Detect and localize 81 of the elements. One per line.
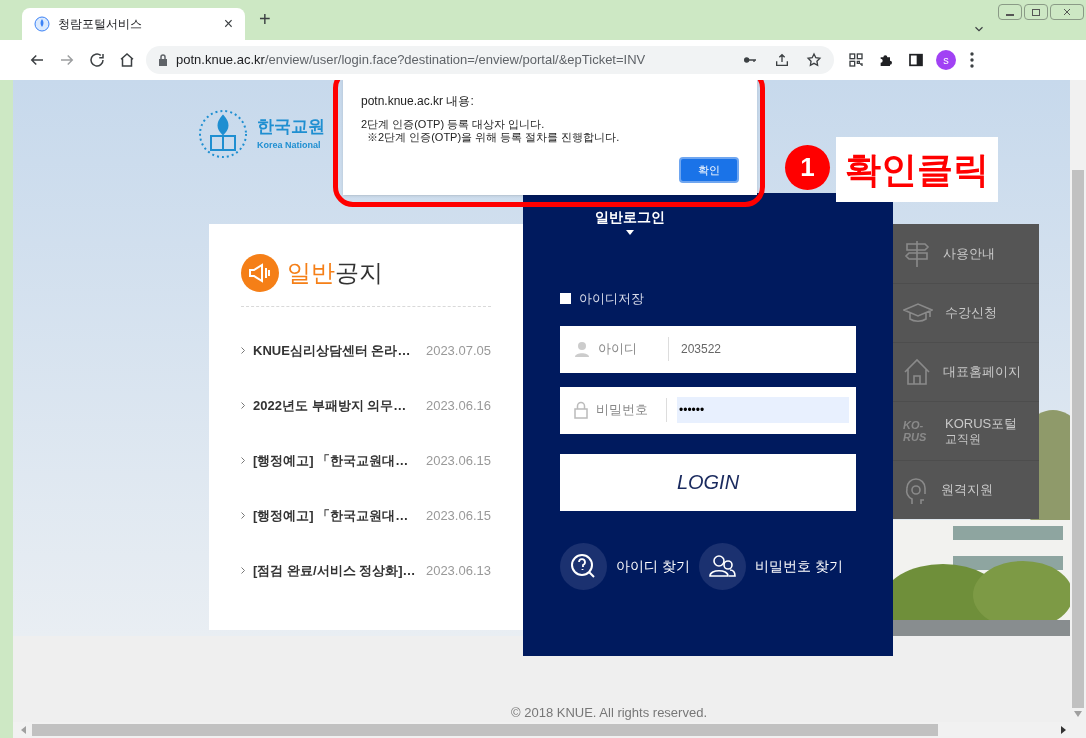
- copyright-text: © 2018 KNUE. All rights reserved.: [511, 704, 707, 722]
- side-menu-item[interactable]: 원격지원: [893, 460, 1039, 519]
- menu-label: KORUS포털: [945, 415, 1018, 432]
- notice-date: 2023.07.05: [425, 341, 491, 360]
- chevron-icon: [241, 512, 245, 519]
- login-tab[interactable]: 일반로그인: [580, 207, 680, 235]
- university-logo-icon: [197, 108, 249, 160]
- notice-date: 2023.06.15: [425, 506, 491, 525]
- notice-date: 2023.06.13: [425, 561, 491, 580]
- scrollbar-thumb[interactable]: [1072, 170, 1084, 708]
- notice-date: 2023.06.15: [425, 451, 491, 470]
- chevron-icon: [241, 567, 245, 574]
- id-field[interactable]: 아이디 203522: [560, 325, 856, 373]
- remember-checkbox[interactable]: [560, 293, 571, 305]
- field-value: 203522: [680, 341, 723, 358]
- star-icon[interactable]: [806, 52, 822, 68]
- house-icon: [903, 358, 931, 386]
- signpost-icon: [903, 238, 931, 269]
- menu-label: 대표홈페이지: [943, 364, 1021, 380]
- chevron-icon: [241, 347, 245, 354]
- find-id-link[interactable]: 아이디 찾기: [616, 555, 690, 577]
- find-password-link[interactable]: 비밀번호 찾기: [754, 555, 843, 577]
- profile-avatar[interactable]: s: [936, 50, 956, 70]
- chevron-icon: [241, 402, 245, 409]
- menu-label: 수강신청: [945, 305, 997, 321]
- field-value: ••••••: [677, 397, 849, 423]
- university-subtitle: Korea National: [257, 139, 322, 153]
- share-icon[interactable]: [774, 52, 790, 68]
- notice-link[interactable]: [행정예고] 「한국교원대…: [253, 450, 426, 471]
- remember-label: 아이디저장: [579, 290, 644, 308]
- university-name: 한국교원: [257, 116, 325, 139]
- annotation-label: 확인클릭: [836, 137, 998, 202]
- qr-code-icon[interactable]: [848, 52, 864, 68]
- scroll-right-icon[interactable]: [1061, 726, 1066, 734]
- field-label: 아이디: [598, 340, 638, 359]
- side-menu-item[interactable]: 사용안내: [893, 224, 1039, 283]
- menu-label: 사용안내: [943, 245, 995, 262]
- restore-button[interactable]: [1024, 4, 1048, 20]
- home-icon[interactable]: [118, 51, 136, 69]
- minimize-button[interactable]: [998, 4, 1022, 20]
- people-icon[interactable]: [698, 542, 746, 590]
- person-icon: [574, 341, 590, 357]
- notice-title: 일반공지: [287, 258, 383, 288]
- vertical-scrollbar[interactable]: [1070, 80, 1086, 722]
- dialog-message: ※2단계 인증(OTP)을 위해 등록 절차를 진행합니다.: [366, 131, 621, 144]
- side-menu-item[interactable]: 대표홈페이지: [893, 342, 1039, 401]
- side-panel-icon[interactable]: [908, 52, 924, 68]
- lock-icon: [158, 54, 168, 66]
- confirm-button[interactable]: 확인: [679, 157, 739, 183]
- side-menu-item[interactable]: 수강신청: [893, 283, 1039, 342]
- notice-date: 2023.06.16: [425, 396, 491, 415]
- reload-icon[interactable]: [88, 51, 106, 69]
- dialog-message: 2단계 인증(OTP) 등록 대상자 입니다.: [361, 118, 546, 131]
- megaphone-icon: [241, 254, 279, 292]
- login-button[interactable]: LOGIN: [560, 453, 856, 511]
- close-window-button[interactable]: [1050, 4, 1084, 20]
- new-tab-button[interactable]: +: [259, 4, 271, 34]
- notice-link[interactable]: 2022년도 부패방지 의무…: [253, 395, 426, 416]
- lock-icon: [574, 401, 588, 419]
- menu-sublabel: 교직원: [945, 431, 982, 447]
- horizontal-scrollbar[interactable]: [13, 722, 1086, 738]
- password-field[interactable]: 비밀번호 ••••••: [560, 386, 856, 434]
- more-menu-icon[interactable]: [970, 52, 974, 68]
- notice-link[interactable]: KNUE심리상담센터 온라…: [253, 340, 426, 361]
- close-icon: [1063, 8, 1071, 16]
- browser-tab[interactable]: 청람포털서비스 ×: [22, 8, 245, 40]
- flame-logo-icon: [34, 16, 50, 32]
- tab-close-button[interactable]: ×: [223, 12, 233, 36]
- notice-link[interactable]: [행정예고] 「한국교원대…: [253, 505, 426, 526]
- question-search-icon[interactable]: [560, 542, 607, 590]
- graduation-cap-icon: [903, 302, 933, 324]
- field-label: 비밀번호: [596, 401, 649, 420]
- chevron-icon: [241, 457, 245, 464]
- scrollbar-thumb[interactable]: [32, 724, 938, 736]
- url-text: potn.knue.ac.kr/enview/user/login.face?destination=/enview/portal/&epTicket=INV: [176, 51, 647, 70]
- menu-label: 원격지원: [941, 482, 993, 498]
- dialog-origin: potn.knue.ac.kr 내용:: [361, 93, 475, 110]
- notice-link[interactable]: [점검 완료/서비스 정상화]…: [253, 560, 426, 581]
- address-bar[interactable]: potn.knue.ac.kr/enview/user/login.face?destination=/enview/portal/&epTicket=INV: [146, 46, 834, 74]
- puzzle-icon[interactable]: [878, 52, 894, 68]
- tab-title: 청람포털서비스: [58, 16, 143, 33]
